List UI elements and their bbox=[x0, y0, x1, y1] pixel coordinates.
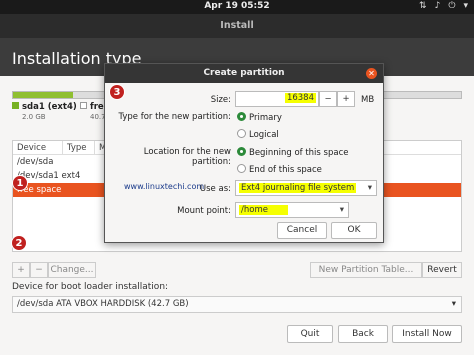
legend-name: sda1 (ext4) bbox=[22, 102, 77, 112]
legend-swatch-icon bbox=[80, 102, 87, 109]
size-decrement-button[interactable]: − bbox=[319, 91, 337, 107]
window-title: Install bbox=[220, 20, 254, 31]
install-now-button[interactable]: Install Now bbox=[392, 325, 462, 343]
partition-bar-sda1 bbox=[13, 92, 73, 98]
remove-partition-button[interactable]: − bbox=[30, 262, 48, 278]
annotation-marker-1: 1 bbox=[12, 175, 28, 191]
size-input[interactable]: 16384 bbox=[235, 91, 319, 107]
radio-label: End of this space bbox=[249, 165, 322, 175]
radio-beginning[interactable]: Beginning of this space bbox=[237, 147, 348, 158]
network-icon: ⇅ bbox=[419, 1, 427, 11]
quit-button[interactable]: Quit bbox=[287, 325, 333, 343]
use-as-select[interactable]: Ext4 journaling file system ▾ bbox=[235, 180, 377, 196]
clock[interactable]: Apr 19 05:52 bbox=[0, 1, 474, 11]
power-icon: ⏻ bbox=[448, 1, 456, 11]
boot-loader-select[interactable]: /dev/sda ATA VBOX HARDDISK (42.7 GB) ▾ bbox=[12, 296, 462, 313]
location-label: Location for the new partition: bbox=[143, 147, 231, 167]
add-partition-button[interactable]: + bbox=[12, 262, 30, 278]
top-bar: Apr 19 05:52 ⇅ ♪ ⏻ ▾ bbox=[0, 0, 474, 14]
radio-icon bbox=[237, 164, 246, 173]
radio-selected-icon bbox=[237, 147, 246, 156]
radio-logical[interactable]: Logical bbox=[237, 129, 279, 140]
chevron-down-icon: ▾ bbox=[339, 205, 344, 215]
volume-icon: ♪ bbox=[434, 1, 441, 11]
legend-swatch-icon bbox=[12, 102, 19, 109]
mount-point-label: Mount point: bbox=[177, 206, 231, 216]
chevron-down-icon: ▾ bbox=[367, 183, 372, 193]
radio-end[interactable]: End of this space bbox=[237, 164, 322, 175]
annotation-marker-2: 2 bbox=[11, 235, 27, 251]
cancel-button[interactable]: Cancel bbox=[277, 222, 327, 239]
use-as-label: Use as: bbox=[199, 184, 231, 194]
legend-size: 2.0 GB bbox=[22, 113, 46, 121]
size-label: Size: bbox=[210, 95, 231, 105]
column-header[interactable]: Device bbox=[13, 141, 63, 154]
legend-sda1: sda1 (ext4) 2.0 GB bbox=[12, 102, 77, 122]
radio-label: Logical bbox=[249, 130, 279, 140]
change-partition-button[interactable]: Change... bbox=[48, 262, 96, 278]
boot-loader-label: Device for boot loader installation: bbox=[12, 282, 169, 292]
size-value: 16384 bbox=[284, 93, 316, 103]
back-button[interactable]: Back bbox=[338, 325, 388, 343]
radio-label: Beginning of this space bbox=[249, 148, 349, 158]
radio-primary[interactable]: Primary bbox=[237, 112, 282, 123]
radio-label: Primary bbox=[249, 113, 282, 123]
system-tray[interactable]: ⇅ ♪ ⏻ ▾ bbox=[419, 1, 468, 11]
radio-icon bbox=[237, 129, 246, 138]
mount-point-value: /home bbox=[239, 205, 288, 215]
mount-point-select[interactable]: /home ▾ bbox=[235, 202, 349, 218]
new-partition-table-button[interactable]: New Partition Table... bbox=[310, 262, 422, 278]
revert-button[interactable]: Revert bbox=[422, 262, 462, 278]
boot-loader-value: /dev/sda ATA VBOX HARDDISK (42.7 GB) bbox=[17, 299, 189, 309]
dialog-title: Create partition bbox=[105, 64, 383, 83]
radio-selected-icon bbox=[237, 112, 246, 121]
partition-buttons: + − Change... New Partition Table... Rev… bbox=[12, 262, 462, 278]
size-increment-button[interactable]: + bbox=[337, 91, 355, 107]
use-as-value: Ext4 journaling file system bbox=[239, 183, 357, 193]
column-header[interactable]: Type bbox=[63, 141, 95, 154]
chevron-down-icon: ▾ bbox=[451, 299, 456, 309]
type-label: Type for the new partition: bbox=[118, 112, 231, 122]
ok-button[interactable]: OK bbox=[331, 222, 377, 239]
chevron-down-icon: ▾ bbox=[463, 1, 468, 11]
create-partition-dialog: Create partition ✕ Size: 16384 − + MB Ty… bbox=[104, 63, 384, 243]
annotation-marker-3: 3 bbox=[109, 84, 125, 100]
close-icon[interactable]: ✕ bbox=[366, 68, 377, 79]
size-unit: MB bbox=[361, 95, 375, 105]
window-titlebar: Install bbox=[0, 14, 474, 38]
